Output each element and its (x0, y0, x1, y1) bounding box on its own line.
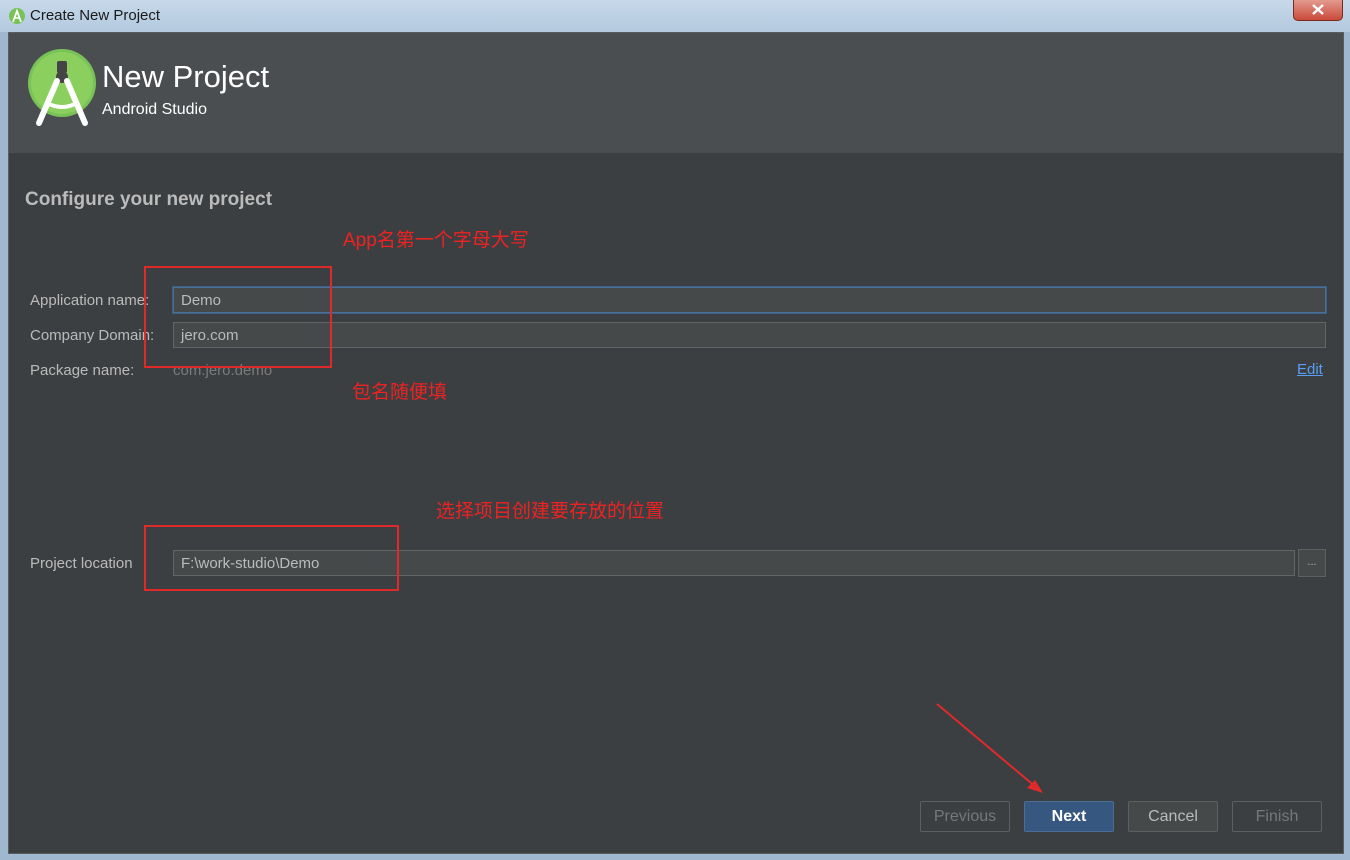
finish-button[interactable]: Finish (1232, 801, 1322, 832)
cancel-button[interactable]: Cancel (1128, 801, 1218, 832)
package-annotation: 包名随便填 (352, 382, 448, 403)
application-name-input[interactable]: Demo (173, 287, 1326, 313)
app-name-highlight-box (144, 266, 332, 368)
browse-button[interactable]: ... (1298, 549, 1326, 577)
location-highlight-box (144, 525, 399, 591)
next-button[interactable]: Next (1024, 801, 1114, 832)
location-annotation: 选择项目创建要存放的位置 (436, 501, 665, 522)
close-icon (1312, 4, 1324, 15)
previous-button[interactable]: Previous (920, 801, 1010, 832)
dialog-content: New Project Android Studio Configure you… (8, 32, 1344, 854)
window-title: Create New Project (30, 7, 161, 24)
android-studio-logo (28, 49, 96, 126)
title-bar: Create New Project (0, 0, 1350, 32)
company-domain-label: Company Domain: (30, 327, 155, 344)
application-name-label: Application name: (30, 292, 150, 309)
project-location-label: Project location (30, 555, 133, 572)
app-name-annotation: App名第一个字母大写 (343, 230, 529, 251)
dialog-header: New Project Android Studio (9, 33, 1343, 153)
edit-link[interactable]: Edit (1297, 361, 1323, 378)
arrow-icon (936, 703, 1043, 793)
company-domain-input[interactable]: jero.com (173, 322, 1326, 348)
dialog-window: Create New Project New Project Android S… (0, 0, 1350, 860)
section-title: Configure your new project (25, 189, 273, 210)
close-button[interactable] (1293, 0, 1343, 21)
header-title: New Project (102, 59, 270, 94)
header-subtitle: Android Studio (102, 101, 207, 118)
package-name-label: Package name: (30, 362, 135, 379)
android-studio-icon (9, 8, 25, 24)
